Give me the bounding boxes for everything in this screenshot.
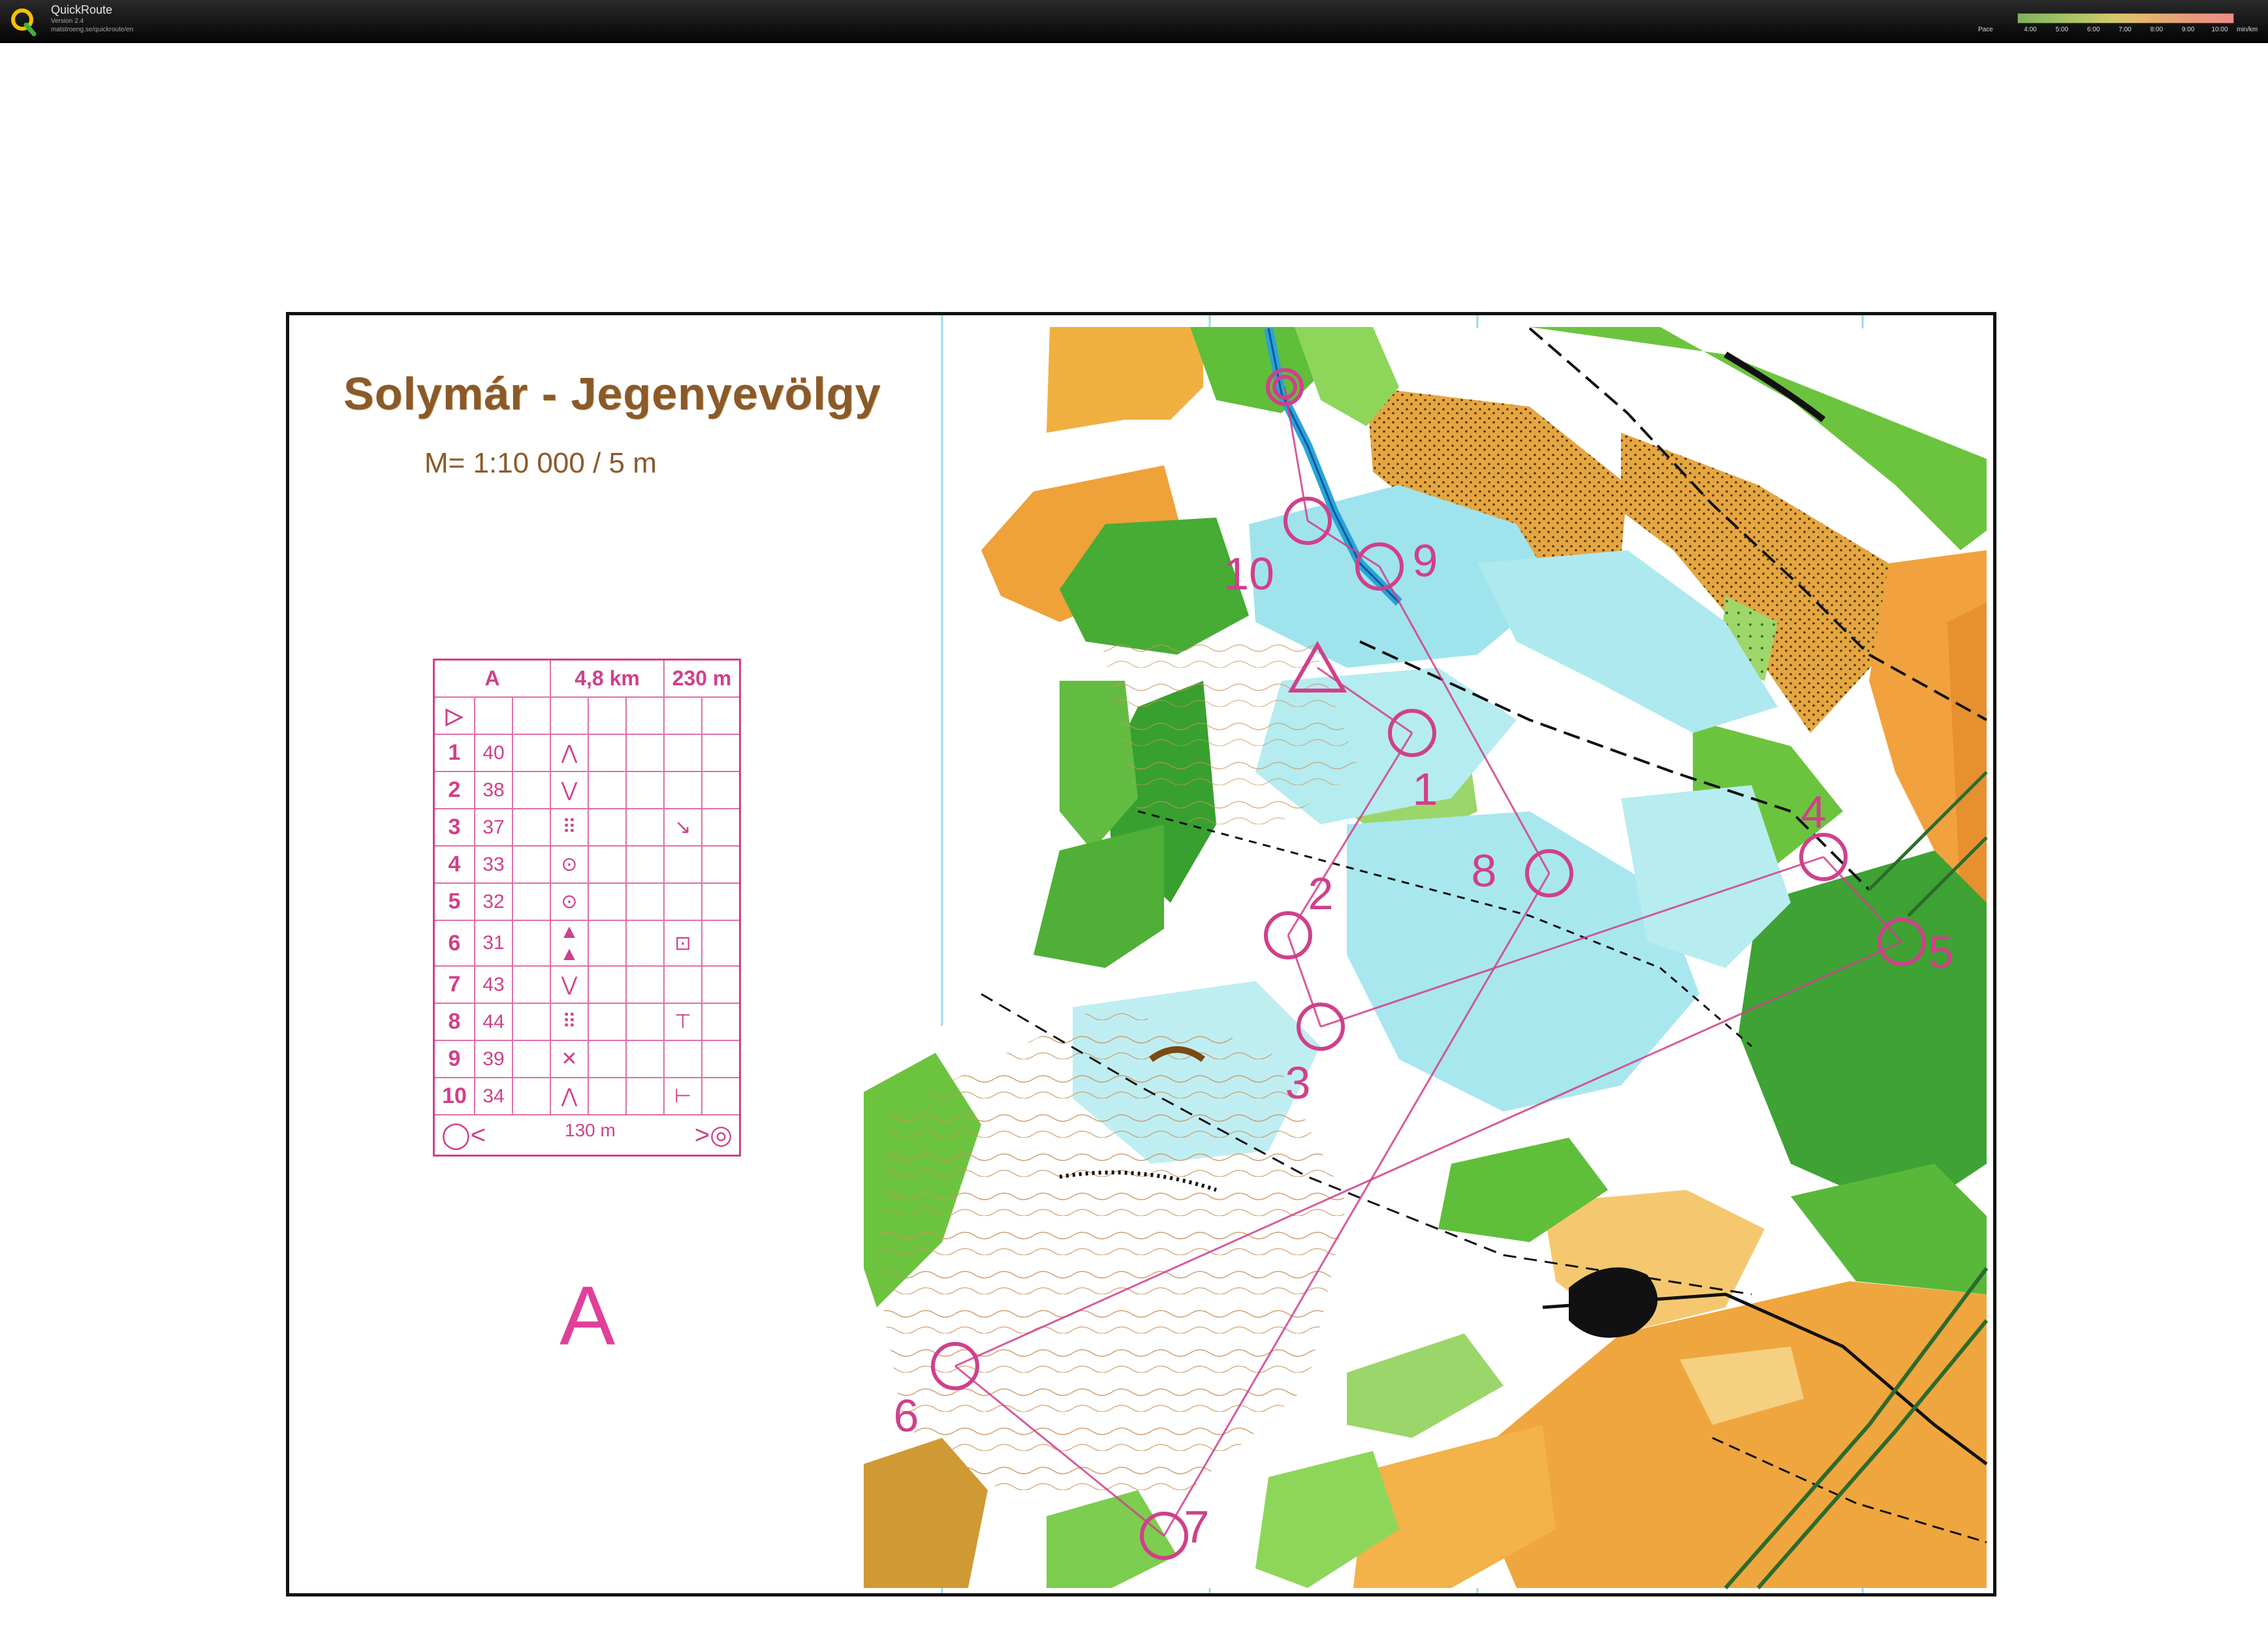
- pace-ticks: 4:00 5:00 6:00 7:00 8:00 9:00 10:00: [2017, 26, 2233, 35]
- cd-row: 2 38 ⋁: [433, 771, 741, 809]
- cd-row-feature: ⋀: [550, 734, 589, 772]
- cd-row-number: 3: [433, 808, 475, 847]
- cd-row-code: 38: [474, 771, 513, 809]
- course-leg: [1287, 732, 1413, 936]
- cd-row-code: 33: [474, 845, 513, 884]
- pace-tick: 9:00: [2181, 26, 2195, 33]
- cd-row-feature: ✕: [550, 1040, 589, 1078]
- course-control-label: 4: [1801, 786, 1827, 837]
- course-leg: [1320, 856, 1824, 1028]
- course-leg: [1317, 666, 1413, 734]
- cd-length: 4,8 km: [550, 659, 665, 698]
- cd-row-code: 40: [474, 734, 513, 772]
- course-leg: [954, 941, 1902, 1367]
- quickroute-logo-icon: [11, 8, 37, 37]
- course-control-label: 9: [1413, 535, 1438, 586]
- cd-row-position: [663, 965, 702, 1004]
- cd-row: 6 31 ▲ ▲ ⊡: [433, 920, 741, 967]
- map-scale: M= 1:10 000 / 5 m: [424, 447, 657, 479]
- pace-tick: 4:00: [2024, 26, 2037, 33]
- app-titlebar: QuickRoute Version 2.4 matstroeng.se/qui…: [0, 0, 2268, 43]
- cd-row: 9 39 ✕: [433, 1040, 741, 1078]
- course-control-label: 10: [1223, 548, 1274, 599]
- cd-row: 3 37 ⠿ ↘: [433, 808, 741, 847]
- orienteering-map[interactable]: 1 2 3 4 5 6 7 8 9 10 Solymár - Jegenyevölgy M= 1:…: [286, 312, 1996, 1596]
- app-url: matstroeng.se/quickroute/en: [51, 26, 134, 33]
- course-control-label: 8: [1472, 845, 1497, 896]
- cd-row-code: 39: [474, 1040, 513, 1078]
- cd-course: A: [433, 659, 551, 698]
- course-control-label: 3: [1285, 1057, 1311, 1108]
- app-version: Version 2.4: [51, 18, 84, 25]
- pace-tick: 6:00: [2087, 26, 2100, 33]
- cd-row-number: 7: [433, 965, 475, 1004]
- cd-row-number: 6: [433, 920, 475, 967]
- cd-row-code: 32: [474, 882, 513, 921]
- cd-row-feature: ⋁: [550, 965, 589, 1004]
- course-leg: [1307, 520, 1380, 568]
- cd-finish: ◯< 130 m >◎: [433, 1114, 741, 1157]
- cd-row-position: ⊤: [663, 1003, 702, 1041]
- cd-row-position: ⊡: [663, 920, 702, 967]
- cd-row-number: 1: [433, 734, 475, 772]
- cd-row: 4 33 ⊙: [433, 845, 741, 884]
- cd-row-feature: ⊙: [550, 882, 589, 921]
- pace-tick: 8:00: [2150, 26, 2164, 33]
- cd-row-position: ↘: [663, 808, 702, 847]
- cd-row: 10 34 ⋀ ⊢: [433, 1077, 741, 1115]
- cd-row-feature: ⋀: [550, 1077, 589, 1115]
- cd-row-code: 43: [474, 965, 513, 1004]
- cd-row-position: [663, 734, 702, 772]
- course-leg: [1163, 873, 1551, 1536]
- course-control-label: 6: [894, 1390, 919, 1441]
- cd-row-number: 10: [433, 1077, 475, 1115]
- pace-legend: Pace 4:00 5:00 6:00 7:00 8:00 9:00 10:00 min/k…: [1978, 10, 2258, 37]
- course-letter: A: [559, 1269, 616, 1363]
- cd-start-symbol: ▷: [433, 696, 475, 735]
- cd-row-position: ⊢: [663, 1077, 702, 1115]
- cd-row-number: 5: [433, 882, 475, 921]
- pace-tick: 7:00: [2118, 26, 2132, 33]
- map-title: Solymár - Jegenyevölgy: [343, 368, 881, 419]
- cd-row-feature: ⠿: [550, 1003, 589, 1041]
- course-control-label: 1: [1413, 764, 1438, 815]
- cd-row-number: 9: [433, 1040, 475, 1078]
- cd-row-code: 44: [474, 1003, 513, 1041]
- cd-row-feature: ▲ ▲: [550, 920, 589, 967]
- course-control-label: 2: [1308, 868, 1334, 919]
- cd-row-position: [663, 882, 702, 921]
- app-name: QuickRoute: [51, 3, 113, 16]
- cd-row-position: [663, 1040, 702, 1078]
- cd-row-number: 8: [433, 1003, 475, 1041]
- cd-row: 7 43 ⋁: [433, 965, 741, 1004]
- course-control-label: 5: [1929, 927, 1954, 978]
- course-leg: [1822, 856, 1903, 943]
- course-leg: [954, 1365, 1165, 1537]
- cd-row: 5 32 ⊙: [433, 882, 741, 921]
- cd-row-number: 4: [433, 845, 475, 884]
- cd-row-feature: ⊙: [550, 845, 589, 884]
- cd-row-position: [663, 771, 702, 809]
- pace-unit: min/km: [2237, 26, 2258, 33]
- cd-row: 8 44 ⠿ ⊤: [433, 1003, 741, 1041]
- course-control-label: 7: [1184, 1501, 1210, 1552]
- pace-gradient-bar: [2017, 13, 2234, 23]
- cd-row-code: 31: [474, 920, 513, 967]
- cd-row-feature: ⋁: [550, 771, 589, 809]
- pace-tick: 10:00: [2211, 26, 2228, 33]
- course-leg: [1378, 566, 1551, 874]
- cd-row: 1 40 ⋀: [433, 734, 741, 772]
- cd-row-code: 37: [474, 808, 513, 847]
- control-description-table: A 4,8 km 230 m ▷ 1 40 ⋀ 2 38 ⋁ 3 37 ⠿ ↘ 4 33 ⊙ 5 32 ⊙ 6 3…: [433, 659, 741, 1157]
- cd-row-code: 34: [474, 1077, 513, 1115]
- cd-row-number: 2: [433, 771, 475, 809]
- pace-label: Pace: [1978, 26, 1993, 33]
- cd-row-feature: ⠿: [550, 808, 589, 847]
- pace-tick: 5:00: [2055, 26, 2069, 33]
- cd-finish-distance: 130 m: [565, 1120, 616, 1140]
- cd-row-position: [663, 845, 702, 884]
- cd-climb: 230 m: [663, 659, 741, 698]
